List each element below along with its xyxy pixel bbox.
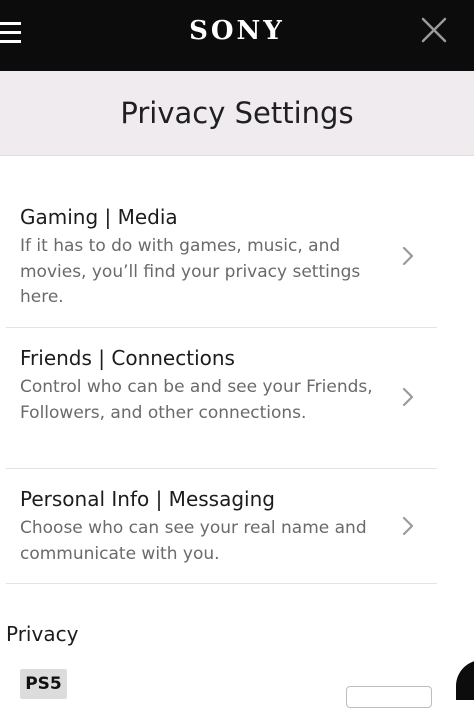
card-title: Gaming | Media (20, 205, 178, 229)
personal-info-messaging-card[interactable]: Personal Info | Messaging Choose who can… (6, 468, 437, 584)
scroll-corner-decoration (456, 660, 474, 700)
privacy-setting-control[interactable] (346, 686, 432, 708)
ps5-platform-badge: PS5 (20, 669, 67, 699)
card-description: Choose who can see your real name and co… (20, 518, 367, 564)
friends-connections-card[interactable]: Friends | Connections Control who can be… (6, 327, 437, 469)
chevron-right-icon[interactable] (399, 385, 417, 409)
sony-logo[interactable]: SONY (0, 14, 474, 48)
card-title: Personal Info | Messaging (20, 487, 275, 511)
close-icon[interactable] (420, 16, 448, 44)
chevron-right-icon[interactable] (399, 514, 417, 538)
chevron-right-icon[interactable] (399, 244, 417, 268)
card-description: Control who can be and see your Friends,… (20, 377, 373, 423)
privacy-section-heading: Privacy (6, 622, 79, 646)
gaming-media-card[interactable]: Gaming | Media If it has to do with game… (6, 186, 437, 328)
page-header: Privacy Settings (0, 71, 474, 156)
top-navigation-bar: SONY (0, 0, 474, 71)
card-description: If it has to do with games, music, and m… (20, 236, 361, 307)
card-title: Friends | Connections (20, 346, 235, 370)
page-title: Privacy Settings (120, 96, 354, 130)
